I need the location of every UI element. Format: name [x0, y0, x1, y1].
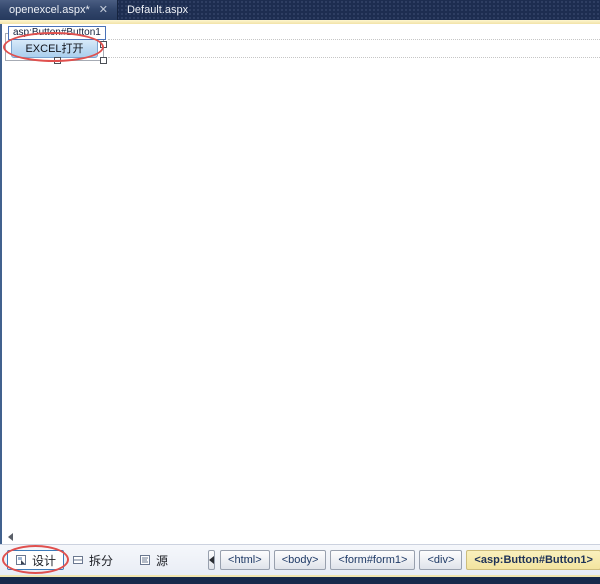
tab-default[interactable]: Default.aspx: [118, 0, 197, 20]
bottom-panel: 设计 拆分 源 <html> <body> <form#form1> <div>…: [0, 544, 600, 575]
design-view-button[interactable]: 设计: [7, 550, 65, 570]
breadcrumb-html[interactable]: <html>: [220, 550, 270, 570]
source-view-button[interactable]: 源: [131, 550, 176, 570]
layout-guide-line-top: [108, 39, 600, 40]
vs-designer-window: openexcel.aspx* ✕ Default.aspx asp:Butto…: [0, 0, 600, 584]
breadcrumb-scroll-left-button[interactable]: [208, 550, 216, 570]
breadcrumb-form[interactable]: <form#form1>: [330, 550, 416, 570]
design-surface[interactable]: asp:Button#Button1 EXCEL打开: [0, 24, 600, 544]
split-view-button[interactable]: 拆分: [64, 550, 121, 570]
close-icon[interactable]: ✕: [99, 4, 108, 16]
breadcrumb-body[interactable]: <body>: [273, 550, 327, 570]
left-arrow-icon: [209, 556, 215, 564]
split-view-icon: [73, 556, 84, 564]
tab-openexcel[interactable]: openexcel.aspx* ✕: [0, 0, 118, 20]
split-view-label: 拆分: [89, 553, 114, 568]
scroll-left-arrow-icon: [8, 533, 13, 541]
excel-open-button[interactable]: EXCEL打开: [11, 37, 98, 58]
breadcrumb-div[interactable]: <div>: [419, 550, 463, 570]
source-view-icon: [140, 555, 151, 565]
tab-default-label: Default.aspx: [126, 4, 189, 16]
resize-handle-bottom-right[interactable]: [100, 57, 107, 64]
tag-breadcrumb: <html> <body> <form#form1> <div> <asp:Bu…: [220, 550, 600, 570]
control-tag-label: asp:Button#Button1: [8, 26, 106, 40]
document-tab-bar: openexcel.aspx* ✕ Default.aspx: [0, 0, 600, 20]
tab-openexcel-label: openexcel.aspx*: [9, 4, 90, 16]
source-view-label: 源: [156, 553, 169, 568]
statusbar: [0, 577, 600, 584]
layout-guide-line-bottom: [108, 57, 600, 58]
breadcrumb-asp-button[interactable]: <asp:Button#Button1>: [466, 550, 600, 570]
resize-handle-bottom[interactable]: [54, 57, 61, 64]
resize-handle-right[interactable]: [100, 41, 107, 48]
design-view-icon: [16, 555, 26, 565]
design-view-label: 设计: [32, 553, 57, 568]
